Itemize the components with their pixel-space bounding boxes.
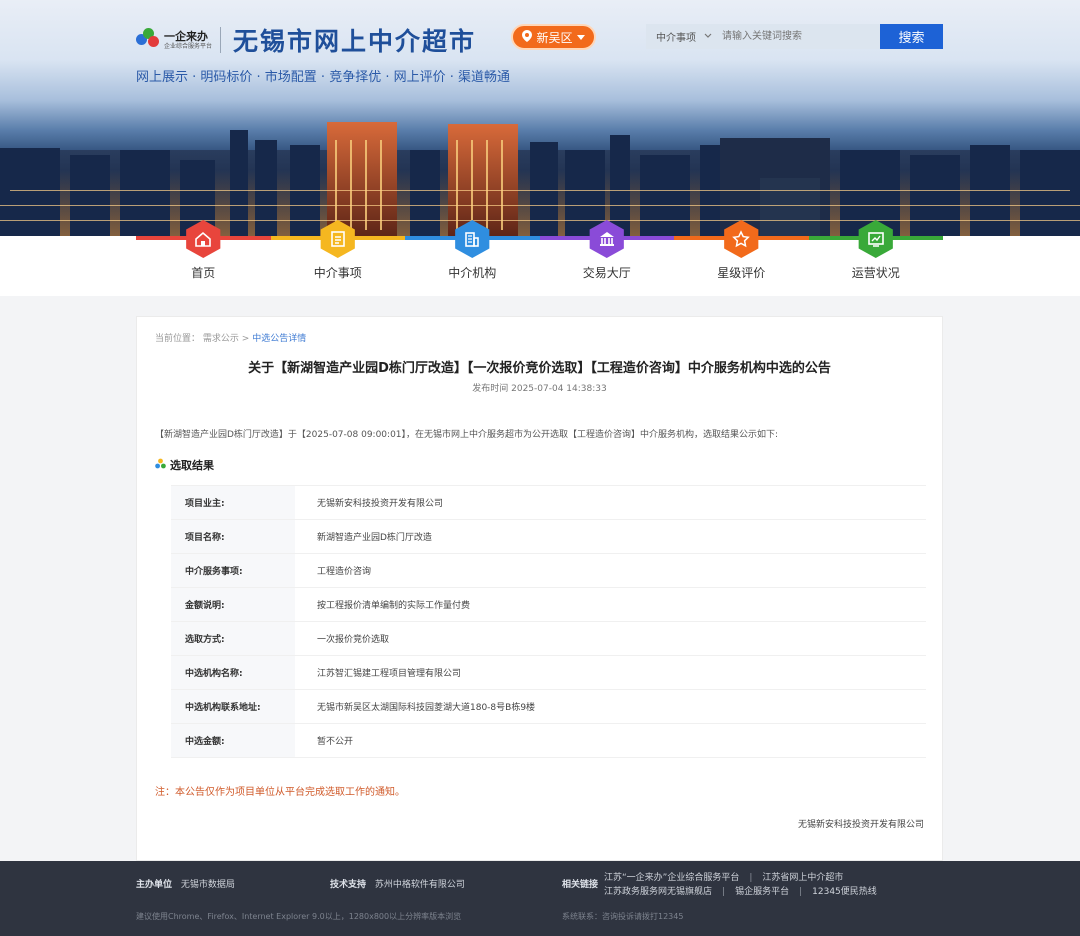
platform-logo[interactable]: 一企来办 企业综合服务平台 无锡市网上中介超市 xyxy=(136,22,476,58)
search-category-value: 中介事项 xyxy=(656,33,696,44)
footer-host: 主办单位 无锡市数据局 xyxy=(136,877,235,890)
search-category-select[interactable]: 中介事项 xyxy=(646,29,722,44)
row-key: 中选机构名称: xyxy=(171,656,295,689)
breadcrumb-link-demand[interactable]: 需求公示 xyxy=(203,334,239,344)
row-key: 中介服务事项: xyxy=(171,554,295,587)
nav-item-matters[interactable]: 中介事项 xyxy=(271,220,406,281)
row-value: 无锡市新吴区太湖国际科技园菱湖大道180-8号B栋9楼 xyxy=(317,703,536,713)
row-value: 江苏智汇锡建工程项目管理有限公司 xyxy=(317,669,462,679)
search-button[interactable]: 搜索 xyxy=(880,24,943,49)
nav-item-operations[interactable]: 运营状况 xyxy=(809,220,944,281)
footer-link[interactable]: 江苏省网上中介超市 xyxy=(762,873,843,883)
browser-note: 建议使用Chrome、Firefox、Internet Explorer 9.0… xyxy=(136,912,462,921)
notice-note: 注：本公告仅作为项目单位从平台完成选取工作的通知。 xyxy=(155,787,405,798)
hero-banner: 一企来办 企业综合服务平台 无锡市网上中介超市 新吴区 中介事项 搜索 网上展示… xyxy=(0,0,1080,240)
table-row: 中选机构联系地址: 无锡市新吴区太湖国际科技园菱湖大道180-8号B栋9楼 xyxy=(171,690,926,724)
nav-label: 中介机构 xyxy=(448,266,497,280)
building-icon xyxy=(455,220,490,258)
table-row: 中介服务事项: 工程造价咨询 xyxy=(171,554,926,588)
footer-tech-label: 技术支持 xyxy=(330,880,367,890)
logo-icon xyxy=(136,28,160,52)
row-value: 暂不公开 xyxy=(317,737,354,747)
result-table: 项目业主: 无锡新安科技投资开发有限公司 项目名称: 新湖智造产业园D栋门厅改造 中… xyxy=(171,485,926,758)
slogan: 网上展示 · 明码标价 · 市场配置 · 竞争择优 · 网上评价 · 渠道畅通 xyxy=(136,70,510,85)
row-value: 无锡新安科技投资开发有限公司 xyxy=(317,499,444,509)
chevron-down-icon xyxy=(704,31,712,42)
nav-label: 运营状况 xyxy=(851,266,900,280)
star-icon xyxy=(724,220,759,258)
site-title: 无锡市网上中介超市 xyxy=(233,27,477,56)
notice-intro: 【新湖智造产业园D栋门厅改造】于【2025-07-08 09:00:01】，在无… xyxy=(155,430,779,440)
row-key: 中选机构联系地址: xyxy=(171,690,295,723)
footer-tech-value: 苏州中格软件有限公司 xyxy=(374,880,465,890)
caret-down-icon xyxy=(576,30,585,44)
cluster-dots-icon xyxy=(155,458,166,472)
nav-item-home[interactable]: 首页 xyxy=(136,220,271,281)
nav-item-star-rating[interactable]: 星级评价 xyxy=(674,220,809,281)
table-row: 中选金额: 暂不公开 xyxy=(171,724,926,758)
notice-panel: 当前位置： 需求公示 > 中选公告详情 关于【新湖智造产业园D栋门厅改造】【一次… xyxy=(136,316,943,861)
row-key: 选取方式: xyxy=(171,622,295,655)
table-row: 项目业主: 无锡新安科技投资开发有限公司 xyxy=(171,486,926,520)
nav-label: 中介事项 xyxy=(313,266,362,280)
breadcrumb-separator: > xyxy=(241,334,253,344)
row-value: 工程造价咨询 xyxy=(317,567,372,577)
table-row: 金额说明: 按工程报价清单编制的实际工作量付费 xyxy=(171,588,926,622)
home-icon xyxy=(186,220,221,258)
row-key: 金额说明: xyxy=(171,588,295,621)
breadcrumb: 当前位置： 需求公示 > 中选公告详情 xyxy=(155,331,306,344)
footer-link[interactable]: 江苏“一企来办”企业综合服务平台 xyxy=(604,873,739,883)
hall-icon xyxy=(589,220,624,258)
nav-label: 交易大厅 xyxy=(582,266,631,280)
section-header: 选取结果 xyxy=(155,457,214,473)
breadcrumb-current: 中选公告详情 xyxy=(252,334,307,344)
region-selector[interactable]: 新吴区 xyxy=(511,24,596,50)
region-label: 新吴区 xyxy=(536,30,573,45)
table-row: 选取方式: 一次报价竞价选取 xyxy=(171,622,926,656)
logo-subtitle: 企业综合服务平台 xyxy=(164,42,213,50)
breadcrumb-prefix: 当前位置： xyxy=(155,334,201,344)
notice-signature: 无锡新安科技投资开发有限公司 xyxy=(797,820,924,830)
notice-title: 关于【新湖智造产业园D栋门厅改造】【一次报价竞价选取】【工程造价咨询】中介服务机… xyxy=(248,361,831,376)
contact-note: 系统联系：咨询投诉请拨打12345 xyxy=(562,912,684,921)
footer-host-value: 无锡市数据局 xyxy=(180,880,235,890)
site-footer: 主办单位 无锡市数据局 技术支持 苏州中格软件有限公司 相关链接 江苏“一企来办… xyxy=(0,861,1080,936)
footer-link[interactable]: 锡企服务平台 xyxy=(735,887,789,897)
search-bar: 中介事项 xyxy=(646,24,880,49)
row-value: 新湖智造产业园D栋门厅改造 xyxy=(317,533,432,543)
footer-link[interactable]: 江苏政务服务网无锡旗舰店 xyxy=(604,887,712,897)
nav-item-agencies[interactable]: 中介机构 xyxy=(405,220,540,281)
nav-item-trading-hall[interactable]: 交易大厅 xyxy=(540,220,675,281)
footer-links: 相关链接 江苏“一企来办”企业综合服务平台 | 江苏省网上中介超市 江苏政务服务网无… xyxy=(562,873,877,897)
search-input[interactable] xyxy=(722,24,880,49)
section-title: 选取结果 xyxy=(170,459,214,472)
footer-host-label: 主办单位 xyxy=(136,880,173,890)
publish-time: 发布时间 2025-07-04 14:38:33 xyxy=(472,384,607,394)
footer-links-label: 相关链接 xyxy=(562,880,599,890)
chart-icon xyxy=(858,220,893,258)
row-key: 中选金额: xyxy=(171,724,295,757)
location-pin-icon xyxy=(522,29,533,45)
logo-divider xyxy=(220,27,222,53)
row-value: 一次报价竞价选取 xyxy=(317,635,390,645)
logo-name: 一企来办 xyxy=(164,29,208,43)
footer-tech: 技术支持 苏州中格软件有限公司 xyxy=(330,877,465,890)
row-value: 按工程报价清单编制的实际工作量付费 xyxy=(317,601,471,611)
table-row: 项目名称: 新湖智造产业园D栋门厅改造 xyxy=(171,520,926,554)
table-row: 中选机构名称: 江苏智汇锡建工程项目管理有限公司 xyxy=(171,656,926,690)
nav-label: 首页 xyxy=(191,266,216,280)
row-key: 项目名称: xyxy=(171,520,295,553)
main-nav: 首页 中介事项 中介机构 交易大厅 星级评价 运营状况 xyxy=(0,220,1080,296)
document-icon xyxy=(320,220,355,258)
nav-label: 星级评价 xyxy=(717,266,766,280)
row-key: 项目业主: xyxy=(171,486,295,519)
footer-link[interactable]: 12345便民热线 xyxy=(812,887,877,897)
